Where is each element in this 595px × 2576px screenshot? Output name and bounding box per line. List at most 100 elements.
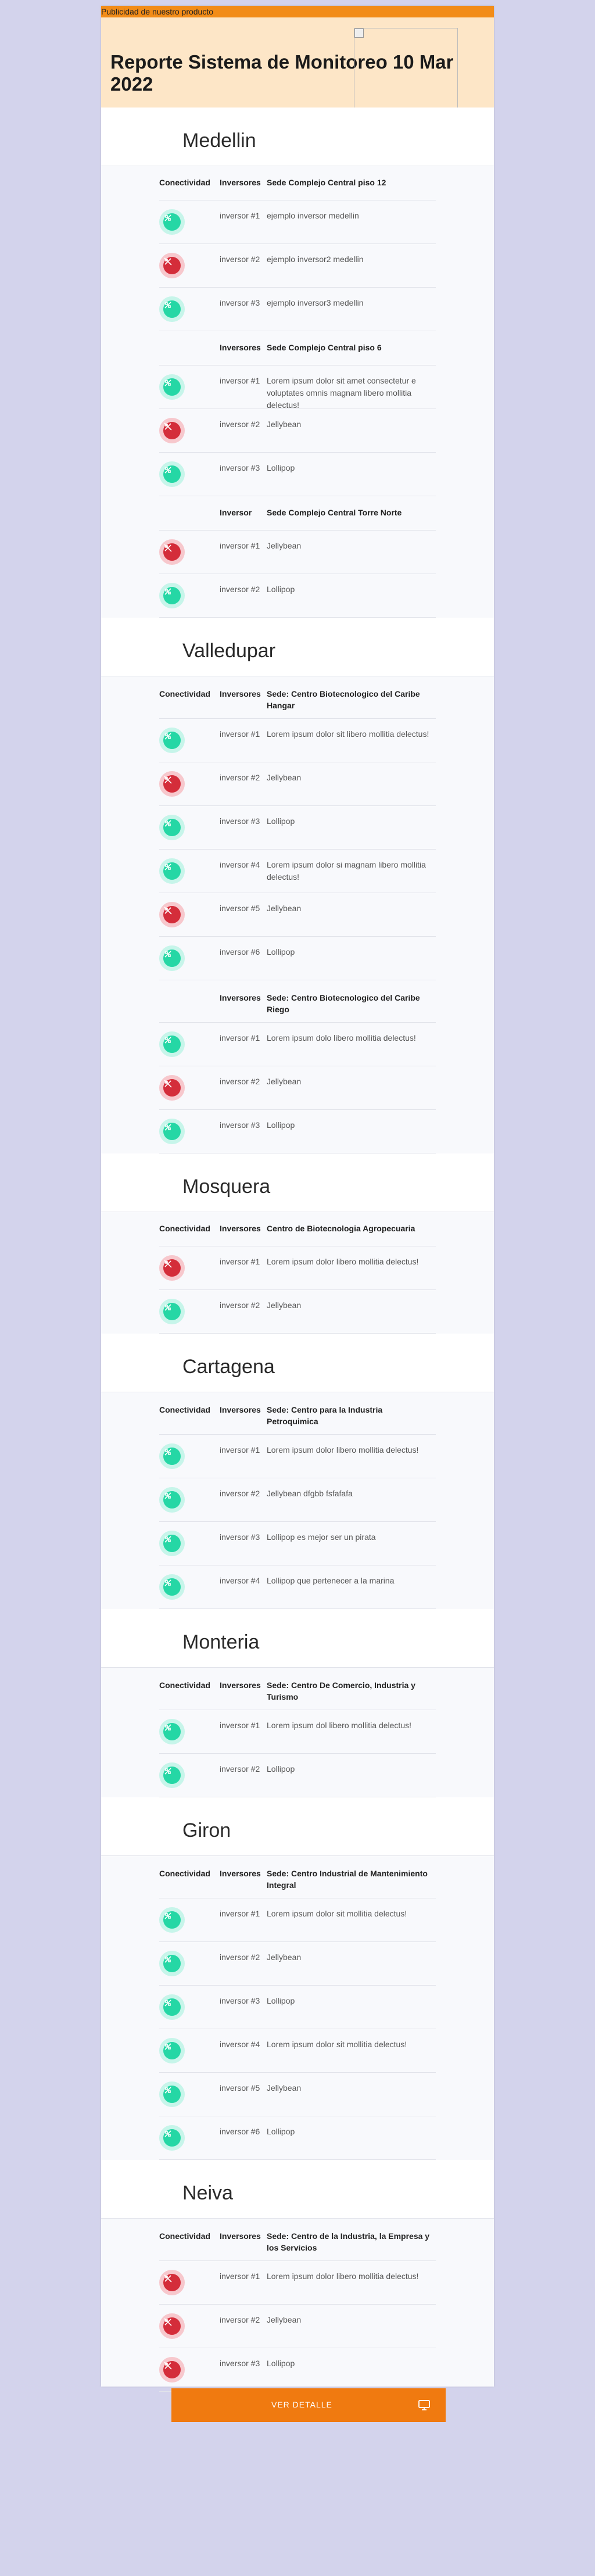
table-row: inversor #5 Jellybean <box>159 893 436 937</box>
city-header: Giron <box>101 1797 494 1856</box>
inverter-name: inversor #5 <box>220 904 260 913</box>
inverter-description: Lollipop <box>267 1764 295 1774</box>
table-row: inversor #4 Lorem ipsum dolor sit molliti… <box>159 2029 436 2073</box>
connection-ok-icon <box>159 461 185 487</box>
col-header-inverters: Inversores <box>220 178 261 187</box>
connection-ok-icon <box>159 1574 185 1600</box>
col-header-inverters: Inversores <box>220 993 261 1002</box>
inverter-name: inversor #4 <box>220 2040 260 2049</box>
broken-image-icon <box>354 28 364 38</box>
inverter-description: Lorem ipsum dolor sit mollitia delectus! <box>267 2040 407 2049</box>
inverter-description: Lollipop <box>267 2127 295 2136</box>
city-header: Valledupar <box>101 618 494 676</box>
city-header: Neiva <box>101 2160 494 2219</box>
inverter-description: Lollipop <box>267 1996 295 2005</box>
inverter-name: inversor #2 <box>220 1952 260 1962</box>
table-row: inversor #6 Lollipop <box>159 2116 436 2160</box>
col-header-inverters: Inversores <box>220 1405 261 1414</box>
table-row: inversor #2 ejemplo inversor2 medellin <box>159 244 436 288</box>
inverter-name: inversor #1 <box>220 1257 260 1266</box>
inverter-name: inversor #2 <box>220 2315 260 2324</box>
table-row: inversor #2 Jellybean <box>159 1942 436 1986</box>
inverter-description: Jellybean <box>267 541 302 550</box>
inverter-description: Lorem ipsum dol libero mollitia delectus… <box>267 1721 411 1730</box>
table-row: inversor #3 ejemplo inversor3 medellin <box>159 288 436 331</box>
table-header: Conectividad Inversores Sede: Centro De Co… <box>159 1668 436 1710</box>
inverter-name: inversor #3 <box>220 2359 260 2368</box>
table-header: Conectividad Inversores Sede: Centro de la… <box>159 2219 436 2261</box>
connection-ok-icon <box>159 1119 185 1144</box>
city-name: Mosquera <box>182 1176 271 1198</box>
col-header-connectivity: Conectividad <box>159 1224 210 1233</box>
table-row: inversor #2 Lollipop <box>159 1754 436 1797</box>
col-header-inverters: Inversores <box>220 1681 261 1690</box>
table-row: inversor #4 Lorem ipsum dolor si magnam l… <box>159 850 436 893</box>
table-row: inversor #2 Jellybean <box>159 1290 436 1334</box>
connection-ok-icon <box>159 1994 185 2020</box>
city-section: Medellin Conectividad Inversores Sede Compl… <box>101 108 494 618</box>
inverter-description: Jellybean <box>267 1300 302 1310</box>
col-header-inverters: Inversores <box>220 2231 261 2241</box>
col-header-connectivity: Conectividad <box>159 2231 210 2241</box>
connection-error-icon <box>159 2313 185 2339</box>
table-row: inversor #1 Lorem ipsum dol libero mollit… <box>159 1710 436 1754</box>
city-name: Neiva <box>182 2182 233 2204</box>
connection-ok-icon <box>159 1907 185 1933</box>
inverter-description: Jellybean <box>267 773 302 782</box>
connection-error-icon <box>159 539 185 565</box>
col-header-connectivity: Conectividad <box>159 689 210 698</box>
inverter-description: Lollipop <box>267 2359 295 2368</box>
view-detail-button[interactable]: VER DETALLE <box>171 2388 446 2422</box>
inverter-description: Lorem ipsum dolo libero mollitia delectu… <box>267 1033 416 1042</box>
city-name: Monteria <box>182 1631 260 1653</box>
city-header: Medellin <box>101 108 494 166</box>
ad-image-broken[interactable]: Publicidad de nuestro producto <box>101 7 213 16</box>
inverter-name: inversor #3 <box>220 1532 260 1542</box>
city-section: Valledupar Conectividad Inversores Sede: Ce… <box>101 618 494 1153</box>
col-header-site: Sede Complejo Central piso 6 <box>267 343 382 352</box>
table-row: inversor #1 Lorem ipsum dolor libero moll… <box>159 1435 436 1478</box>
inverter-name: inversor #6 <box>220 2127 260 2136</box>
city-section: Neiva Conectividad Inversores Sede: Centro … <box>101 2160 494 2392</box>
inverter-description: Lorem ipsum dolor sit libero mollitia de… <box>267 729 429 739</box>
connection-ok-icon <box>159 728 185 753</box>
city-header: Mosquera <box>101 1153 494 1212</box>
connection-error-icon <box>159 418 185 443</box>
inverter-description: Lorem ipsum dolor libero mollitia delect… <box>267 1257 419 1266</box>
col-header-inverters: Inversores <box>220 1224 261 1233</box>
inverter-name: inversor #1 <box>220 541 260 550</box>
col-header-inverters: Inversores <box>220 1869 261 1878</box>
table-row: inversor #1 Lorem ipsum dolo libero molli… <box>159 1023 436 1066</box>
connection-ok-icon <box>159 1031 185 1057</box>
report-header: Reporte Sistema de Monitoreo 10 Mar 2022 <box>101 17 494 134</box>
connection-ok-icon <box>159 2081 185 2107</box>
city-section: Cartagena Conectividad Inversores Sede: Cen… <box>101 1334 494 1609</box>
table-row: inversor #1 Lorem ipsum dolor sit molliti… <box>159 1898 436 1942</box>
col-header-inverters: Inversores <box>220 343 261 352</box>
table-header: Inversores Sede: Centro Biotecnologico de… <box>159 980 436 1023</box>
inverter-name: inversor #1 <box>220 1721 260 1730</box>
table-row: inversor #3 Lollipop <box>159 453 436 496</box>
table-row: inversor #1 Lorem ipsum dolor sit amet co… <box>159 366 436 410</box>
connection-ok-icon <box>159 296 185 322</box>
inverter-description: Lollipop que pertenecer a la marina <box>267 1576 395 1585</box>
city-section: Monteria Conectividad Inversores Sede: Cent… <box>101 1609 494 1797</box>
inverter-name: inversor #2 <box>220 773 260 782</box>
table-row: inversor #1 Lorem ipsum dolor sit libero … <box>159 719 436 762</box>
inverter-name: inversor #3 <box>220 463 260 472</box>
view-detail-label: VER DETALLE <box>271 2400 332 2409</box>
connection-ok-icon <box>159 583 185 608</box>
inverter-name: inversor #1 <box>220 1445 260 1454</box>
table-row: inversor #2 Jellybean dfgbb fsfafafa <box>159 1478 436 1522</box>
col-header-site: Sede: Centro Industrial de Mantenimiento… <box>267 1869 428 1890</box>
inverter-description: Lorem ipsum dolor sit mollitia delectus! <box>267 1909 407 1918</box>
col-header-connectivity: Conectividad <box>159 1405 210 1414</box>
connection-error-icon <box>159 2270 185 2295</box>
inverter-description: Lollipop <box>267 947 295 956</box>
inverter-description: Lorem ipsum dolor si magnam libero molli… <box>267 860 426 882</box>
table-row: inversor #3 Lollipop es mejor ser un pira… <box>159 1522 436 1565</box>
connection-ok-icon <box>159 2038 185 2063</box>
table-row: inversor #2 Lollipop <box>159 574 436 618</box>
inverter-name: inversor #2 <box>220 1077 260 1086</box>
report-sections: Medellin Conectividad Inversores Sede Compl… <box>101 108 494 2392</box>
